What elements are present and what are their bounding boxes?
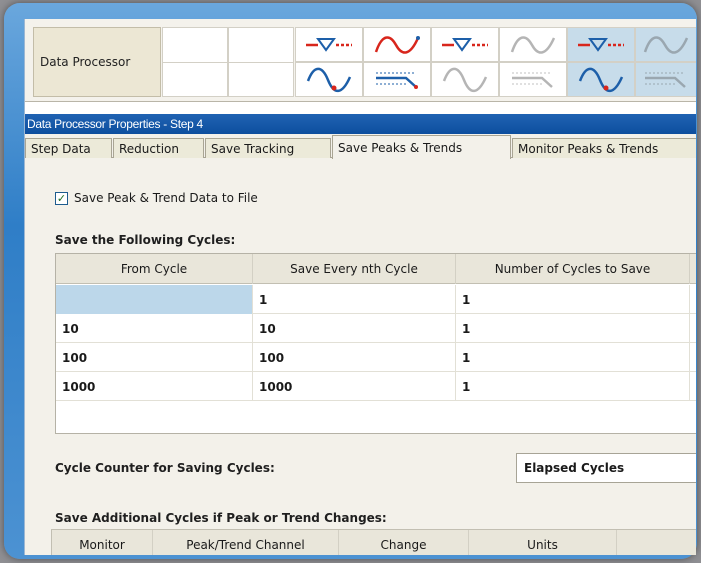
cell-number-to-save[interactable]: 1 <box>456 343 690 372</box>
data-processor-label[interactable]: Data Processor <box>33 27 161 97</box>
additional-cycles-label: Save Additional Cycles if Peak or Trend … <box>55 511 387 525</box>
column-header[interactable]: Units <box>469 530 617 555</box>
tab-save-tracking[interactable]: Save Tracking <box>205 138 331 158</box>
tab-strip: Step Data Reduction Save Tracking Save P… <box>25 134 696 159</box>
cycles-section-label: Save the Following Cycles: <box>55 233 236 247</box>
column-header[interactable]: From Cycle <box>56 254 253 284</box>
cell-from-cycle[interactable]: 1000 <box>56 372 253 401</box>
cell-save-every[interactable]: 1000 <box>253 372 456 401</box>
properties-title-bar: Data Processor Properties - Step 4 <box>25 114 696 134</box>
tab-content: ✓ Save Peak & Trend Data to File Save th… <box>25 159 696 555</box>
cycles-grid: From Cycle Save Every nth Cycle Number o… <box>55 253 696 434</box>
table-row[interactable]: 10 10 1 <box>56 314 696 343</box>
table-row[interactable]: 1000 1000 1 <box>56 372 696 401</box>
cycle-counter-dropdown[interactable]: Elapsed Cycles <box>516 453 696 483</box>
empty-slot[interactable] <box>162 27 228 97</box>
data-processor-row: Data Processor <box>25 19 696 102</box>
save-to-file-option[interactable]: ✓ Save Peak & Trend Data to File <box>55 191 258 205</box>
column-header[interactable]: Number of Cycles to Save <box>456 254 690 284</box>
sine-wave-blue-icon[interactable] <box>567 62 635 97</box>
tab-step-data[interactable]: Step Data <box>25 138 112 158</box>
peak-filter-icon[interactable] <box>295 27 363 62</box>
cell-number-to-save[interactable]: 1 <box>456 285 690 314</box>
cell-from-cycle[interactable]: 10 <box>56 314 253 343</box>
monitor-grid-header: Monitor Peak/Trend Channel Change Units <box>51 529 696 555</box>
cycle-counter-label: Cycle Counter for Saving Cycles: <box>55 461 275 475</box>
grid-header: From Cycle Save Every nth Cycle Number o… <box>56 254 696 284</box>
cell-from-cycle[interactable]: 1 <box>56 285 253 314</box>
empty-slot[interactable] <box>228 27 294 97</box>
checkbox[interactable]: ✓ <box>55 191 68 205</box>
sine-wave-blue-icon[interactable] <box>295 62 363 97</box>
trend-line-gray-icon[interactable] <box>635 62 696 97</box>
tab-reduction[interactable]: Reduction <box>113 138 204 158</box>
sine-wave-red-icon[interactable] <box>363 27 431 62</box>
peak-filter-icon[interactable] <box>567 27 635 62</box>
sine-wave-gray-icon[interactable] <box>431 62 499 97</box>
checkbox-label: Save Peak & Trend Data to File <box>74 191 258 205</box>
column-header[interactable]: Peak/Trend Channel <box>153 530 339 555</box>
trend-line-gray-icon[interactable] <box>499 62 567 97</box>
tab-monitor-peaks-trends[interactable]: Monitor Peaks & Trends <box>512 138 696 158</box>
sine-wave-gray-icon[interactable] <box>635 27 696 62</box>
cell-save-every[interactable]: 100 <box>253 343 456 372</box>
cell-number-to-save[interactable]: 1 <box>456 372 690 401</box>
window-content: Data Processor Data Processor Properties… <box>24 19 696 555</box>
window-frame: Data Processor Data Processor Properties… <box>4 3 697 559</box>
peak-filter-icon[interactable] <box>431 27 499 62</box>
properties-panel: Step Data Reduction Save Tracking Save P… <box>25 134 696 555</box>
tab-save-peaks-trends[interactable]: Save Peaks & Trends <box>332 135 511 159</box>
column-header[interactable]: Save Every nth Cycle <box>253 254 456 284</box>
cell-from-cycle[interactable]: 100 <box>56 343 253 372</box>
table-row[interactable]: 1 1 1 <box>56 285 696 314</box>
cell-save-every[interactable]: 10 <box>253 314 456 343</box>
cell-save-every[interactable]: 1 <box>253 285 456 314</box>
cell-number-to-save[interactable]: 1 <box>456 314 690 343</box>
sine-wave-gray-icon[interactable] <box>499 27 567 62</box>
column-header[interactable]: Monitor <box>52 530 153 555</box>
trend-line-icon[interactable] <box>363 62 431 97</box>
column-header[interactable]: Change <box>339 530 469 555</box>
table-row[interactable]: 100 100 1 <box>56 343 696 372</box>
